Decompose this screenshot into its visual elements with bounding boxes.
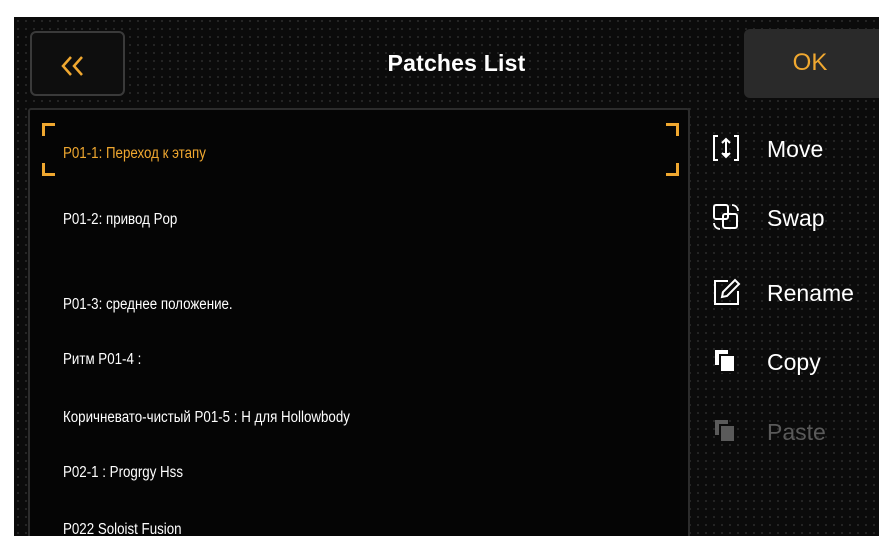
move-button[interactable]: Move	[710, 128, 879, 168]
rename-label: Rename	[767, 280, 854, 306]
patches-screen: Patches List OK P01-1: Переход к этапу P…	[14, 17, 879, 536]
patch-list[interactable]: P01-1: Переход к этапу P01-2: привод Pop…	[28, 108, 690, 536]
selection-corner-top-left	[42, 123, 55, 136]
ok-button[interactable]: OK	[744, 29, 879, 98]
header: Patches List OK	[14, 17, 879, 103]
back-button[interactable]	[30, 31, 125, 96]
patch-item[interactable]: P022 Soloist Fusion	[63, 521, 182, 536]
move-label: Move	[767, 136, 824, 162]
move-icon	[713, 135, 739, 161]
copy-label: Copy	[767, 349, 821, 375]
patch-item[interactable]: Коричневато-чистый P01-5 : H для Hollowb…	[63, 409, 350, 427]
selection-corner-bottom-left	[42, 163, 55, 176]
copy-button[interactable]: Copy	[710, 341, 879, 381]
paste-button[interactable]: Paste	[710, 411, 879, 451]
patch-item[interactable]: Ритм P01-4 :	[63, 351, 141, 369]
selection-corner-top-right	[666, 123, 679, 136]
action-panel: Move Swap Rename Copy Paste	[688, 108, 879, 536]
page-title: Patches List	[387, 50, 526, 76]
ok-button-label: OK	[792, 49, 828, 76]
double-chevron-left-icon	[61, 56, 83, 76]
selection-corner-bottom-right	[666, 163, 679, 176]
paste-label: Paste	[767, 419, 826, 445]
copy-icon	[715, 350, 736, 373]
swap-icon	[713, 204, 739, 230]
rename-button[interactable]: Rename	[710, 272, 879, 312]
rename-icon	[714, 278, 741, 305]
patch-item[interactable]: P02-1 : Progrgy Hss	[63, 464, 183, 482]
patch-item-selected[interactable]: P01-1: Переход к этапу	[63, 145, 206, 163]
patch-item[interactable]: P01-2: привод Pop	[63, 211, 177, 229]
paste-icon	[715, 420, 736, 443]
swap-button[interactable]: Swap	[710, 197, 879, 237]
swap-label: Swap	[767, 205, 825, 231]
patch-item[interactable]: P01-3: среднее положение.	[63, 296, 233, 314]
